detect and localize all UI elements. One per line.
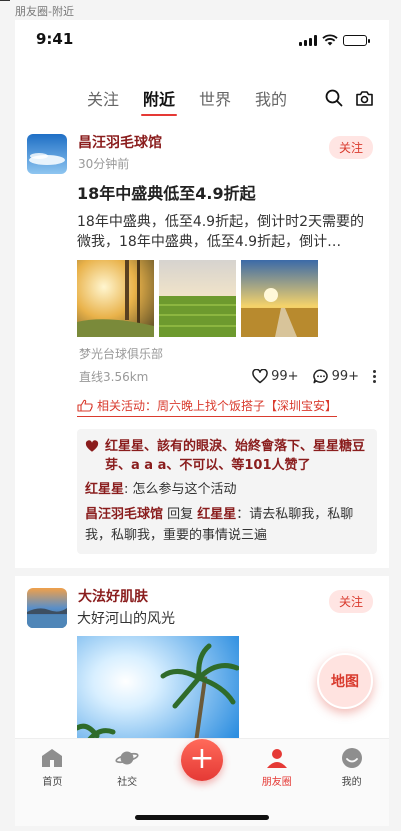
heart-icon <box>252 369 268 384</box>
heart-filled-icon <box>85 440 99 452</box>
tabbar-label: 我的 <box>341 777 362 788</box>
like-count: 99+ <box>271 369 299 384</box>
camera-icon[interactable] <box>355 90 374 107</box>
post-photo[interactable] <box>159 260 236 337</box>
post-card[interactable]: 昌汪羽毛球馆 30分钟前 关注 18年中盛典低至4.9折起 18年中盛典，低至4… <box>15 122 389 568</box>
like-button[interactable]: 99+ <box>252 369 299 384</box>
post-title: 18年中盛典低至4.9折起 <box>77 184 256 203</box>
comment-count: 99+ <box>331 369 359 384</box>
status-icons <box>299 34 370 46</box>
commenter-name[interactable]: 昌汪羽毛球馆 <box>85 507 163 522</box>
comment-item[interactable]: 昌汪羽毛球馆 回复 红星星：请去私聊我，私聊我，私聊我，重要的事情说三遍 <box>85 504 369 546</box>
avatar[interactable] <box>27 588 67 628</box>
photo-grid <box>77 260 377 337</box>
tabbar-home[interactable]: 首页 <box>15 747 90 795</box>
comment-panel: 红星星、該有的眼淚、始終會落下、星星糖豆芽、a a a、不可以、等101人赞了 … <box>77 429 377 554</box>
battery-icon <box>343 34 370 46</box>
meta-row: 直线3.56km 99+ 99+ <box>79 368 377 385</box>
liked-by-line: 红星星、該有的眼淚、始終會落下、星星糖豆芽、a a a、不可以、等101人赞了 <box>85 437 369 475</box>
tabbar-post[interactable]: + <box>165 739 240 795</box>
more-icon[interactable] <box>373 370 377 383</box>
page-label: 朋友圈-附近 <box>15 5 74 18</box>
club-name[interactable]: 梦光台球俱乐部 <box>79 345 377 362</box>
related-activity-link[interactable]: 相关活动：周六晚上找个饭搭子【深圳宝安】 <box>77 397 338 417</box>
signal-icon <box>299 34 317 46</box>
avatar[interactable] <box>27 134 67 174</box>
search-icon[interactable] <box>325 89 343 107</box>
post-photo[interactable] <box>77 260 154 337</box>
tabbar-social[interactable]: 社交 <box>90 747 165 795</box>
phone-screen: 9:41 关注 附近 世界 我的 昌汪羽毛球馆 30分钟前 关注 18年中盛典低… <box>15 20 389 826</box>
commenter-name[interactable]: 红星星 <box>85 482 124 497</box>
corner-mark <box>0 0 10 1</box>
map-button[interactable]: 地图 <box>317 653 373 709</box>
follow-button[interactable]: 关注 <box>328 590 373 613</box>
tab-mine[interactable]: 我的 <box>253 86 289 110</box>
tabbar-me[interactable]: 我的 <box>314 747 389 795</box>
post-time: 30分钟前 <box>78 157 130 171</box>
follow-button[interactable]: 关注 <box>328 136 373 159</box>
tab-nearby[interactable]: 附近 <box>140 86 178 116</box>
liked-by-text[interactable]: 红星星、該有的眼淚、始終會落下、星星糖豆芽、a a a、不可以、等101人赞了 <box>105 437 369 475</box>
tabbar-label: 朋友圈 <box>261 777 292 788</box>
status-bar: 9:41 <box>15 20 389 58</box>
post-text[interactable]: 18年中盛典，低至4.9折起，倒计时2天需要的微我，18年中盛典，低至4.9折起… <box>77 212 367 252</box>
home-indicator <box>135 815 269 820</box>
top-nav: 关注 附近 世界 我的 <box>15 58 389 120</box>
comment-text: : 怎么参与这个活动 <box>124 482 237 497</box>
person-icon <box>265 747 289 769</box>
tabbar-label: 首页 <box>42 777 63 788</box>
smiley-icon <box>340 747 364 769</box>
reply-word: 回复 <box>163 507 198 522</box>
comment-item[interactable]: 红星星: 怎么参与这个活动 <box>85 479 369 500</box>
tab-world[interactable]: 世界 <box>197 86 233 110</box>
home-icon <box>40 747 64 769</box>
feed[interactable]: 昌汪羽毛球馆 30分钟前 关注 18年中盛典低至4.9折起 18年中盛典，低至4… <box>15 122 389 738</box>
reply-to-name[interactable]: 红星星 <box>197 507 236 522</box>
wifi-icon <box>322 34 338 46</box>
post-photo[interactable] <box>77 636 239 738</box>
tab-following[interactable]: 关注 <box>85 86 121 110</box>
hand-point-icon <box>77 399 93 412</box>
comment-icon <box>312 369 328 384</box>
bottom-tab-bar: 首页 社交 + 朋友圈 我的 <box>15 738 389 826</box>
tabbar-moments[interactable]: 朋友圈 <box>239 747 314 795</box>
plus-icon[interactable]: + <box>180 739 223 781</box>
planet-icon <box>115 747 139 769</box>
comment-button[interactable]: 99+ <box>312 369 359 384</box>
tabbar-label: 社交 <box>117 777 138 788</box>
distance-label: 直线3.56km <box>79 370 149 384</box>
nav-icons <box>325 89 374 107</box>
status-time: 9:41 <box>36 30 74 48</box>
post-photo[interactable] <box>241 260 318 337</box>
activity-text: 相关活动：周六晚上找个饭搭子【深圳宝安】 <box>97 399 338 413</box>
post-text[interactable]: 大好河山的风光 <box>77 608 377 628</box>
